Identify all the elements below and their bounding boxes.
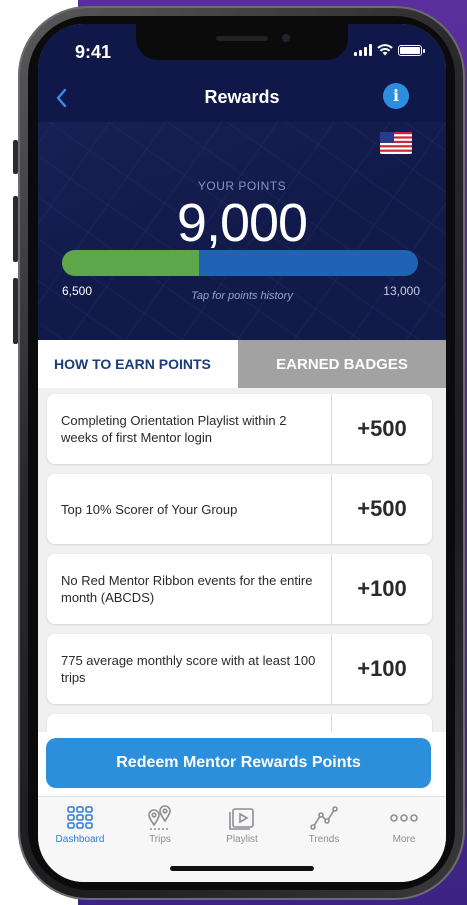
more-dots-icon [390, 814, 418, 822]
signal-icon [354, 44, 372, 56]
points-value: 9,000 [176, 193, 308, 253]
speaker-grille [216, 36, 268, 41]
redeem-button[interactable]: Redeem Mentor Rewards Points [46, 738, 431, 788]
reward-points: +100 [357, 576, 407, 601]
volume-down-button [13, 278, 18, 344]
reward-description: Completing Orientation Playlist within 2… [61, 413, 287, 445]
reward-points: +500 [357, 496, 407, 521]
notch [136, 24, 348, 60]
trend-line-icon [310, 806, 338, 830]
list-item[interactable]: No Red Mentor Ribbon events for the enti… [47, 554, 432, 624]
reward-points: +100 [357, 656, 407, 681]
tab-label: More [392, 834, 416, 845]
map-pins-icon [148, 805, 171, 830]
list-item[interactable]: Top 10% Scorer of Your Group +500 [47, 474, 432, 544]
tab-trends[interactable]: Trends [288, 805, 360, 857]
reward-description: Top 10% Scorer of Your Group [61, 501, 238, 517]
earn-points-list: Completing Orientation Playlist within 2… [38, 388, 446, 732]
front-camera [282, 34, 290, 42]
tab-how-to-earn[interactable]: HOW TO EARN POINTS [38, 340, 238, 388]
tab-label: Trips [149, 834, 171, 845]
reward-description: 775 average monthly score with at least … [61, 653, 316, 685]
info-icon[interactable]: i [383, 83, 409, 109]
status-icons [354, 44, 425, 56]
battery-icon [398, 44, 425, 56]
points-header: 9:41 Rewards i YOUR POINTS 9,000 6,500 T… [38, 24, 446, 364]
reward-points: +500 [357, 416, 407, 441]
tab-dashboard[interactable]: Dashboard [44, 805, 116, 857]
wifi-icon [377, 44, 393, 56]
tab-more[interactable]: More [368, 805, 440, 857]
divider [331, 714, 332, 732]
progress-max-label: 13,000 [383, 284, 420, 298]
list-item[interactable]: 775 average monthly score with at least … [47, 634, 432, 704]
volume-up-button [13, 196, 18, 262]
points-label: YOUR POINTS [197, 179, 287, 193]
home-indicator[interactable] [170, 866, 314, 871]
tab-label: Trends [308, 834, 340, 845]
mute-switch [13, 140, 18, 174]
tab-trips[interactable]: Trips [124, 805, 196, 857]
us-flag-icon[interactable] [380, 132, 412, 154]
play-icon [229, 808, 254, 830]
app-screen: 9:41 Rewards i YOUR POINTS 9,000 6,500 T… [38, 24, 446, 882]
points-progress-bar[interactable] [62, 250, 418, 276]
list-item[interactable]: Completing Orientation Playlist within 2… [47, 394, 432, 464]
tab-earned-badges[interactable]: EARNED BADGES [238, 340, 446, 388]
list-item-partial[interactable] [47, 714, 432, 732]
reward-description: No Red Mentor Ribbon events for the enti… [61, 573, 313, 605]
status-time: 9:41 [75, 42, 112, 62]
tab-bar-top: HOW TO EARN POINTS EARNED BADGES [38, 340, 446, 388]
progress-fill [62, 250, 200, 276]
tab-label: Dashboard [55, 834, 105, 845]
dashboard-grid-icon [67, 806, 93, 829]
tab-label: Playlist [226, 834, 258, 845]
tab-playlist[interactable]: Playlist [206, 805, 278, 857]
